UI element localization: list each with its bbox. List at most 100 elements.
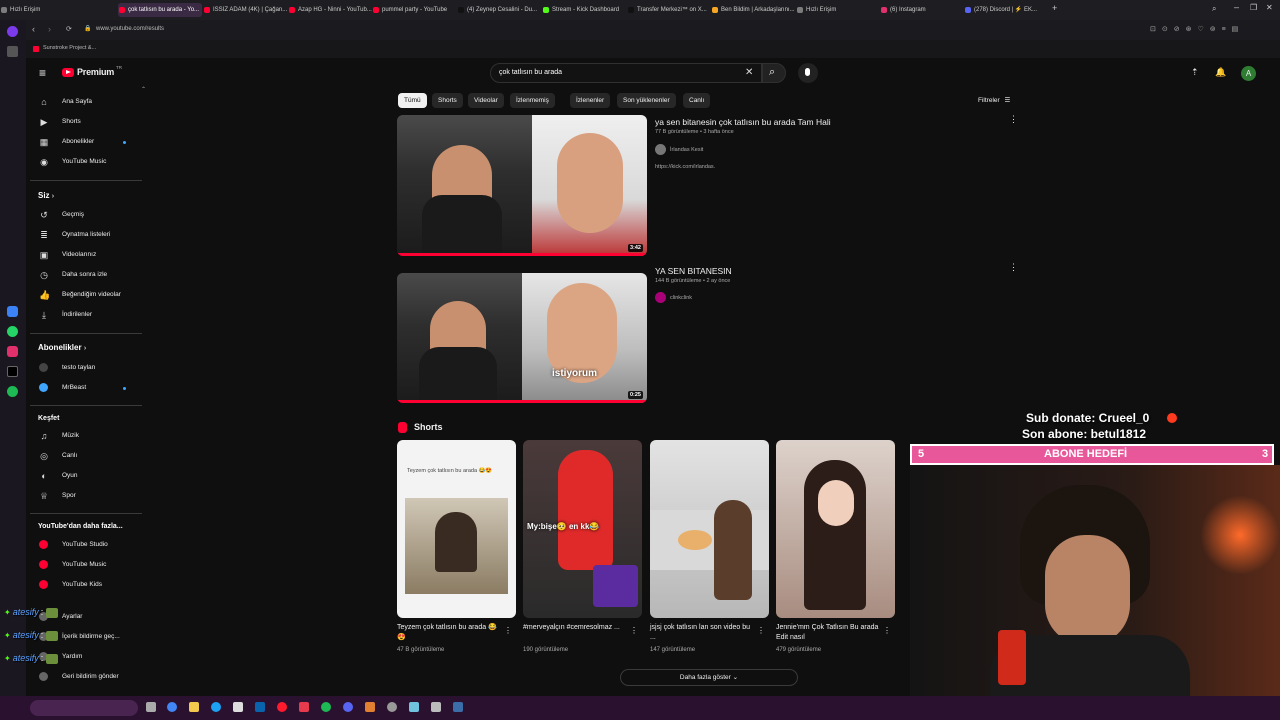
browser-tab[interactable]: Stream - Kick Dashboard	[542, 3, 626, 17]
avatar[interactable]: A	[1241, 66, 1256, 81]
video-title[interactable]: ya sen bitanesin çok tatlısın bu arada T…	[655, 117, 831, 127]
short-title[interactable]: #merveyalçın #cemresolmaz ...	[523, 623, 628, 633]
edge-icon[interactable]	[211, 702, 221, 712]
app-icon[interactable]	[387, 702, 397, 712]
subscriptions-section-title[interactable]: Abonelikler ›	[38, 343, 86, 352]
sidebar-item[interactable]: ◷ Daha sonra izle	[26, 265, 146, 285]
filter-chip[interactable]: Canlı	[683, 93, 711, 108]
browser-tab[interactable]: Hızlı Erişim	[0, 3, 90, 17]
upload-icon[interactable]: ⇡	[1191, 67, 1199, 78]
short-more-icon[interactable]: ⋮	[883, 626, 891, 635]
store-icon[interactable]	[233, 702, 243, 712]
bookmark-item[interactable]: Sunstroke Project &...	[43, 45, 96, 51]
browser-tab[interactable]: (278) Discord | ⚡ EK...	[964, 3, 1048, 17]
chrome-icon[interactable]	[167, 702, 177, 712]
task-view-icon[interactable]	[146, 702, 156, 712]
app-icon[interactable]	[299, 702, 309, 712]
browser-tab[interactable]: Azap HG - Ninni - YouTub...	[288, 3, 372, 17]
sidebar-item[interactable]: ▦ Abonelikler	[26, 132, 146, 152]
forward-icon[interactable]: ›	[48, 24, 51, 34]
you-section-title[interactable]: Siz ›	[38, 191, 54, 200]
sidebar-item[interactable]: ◐ Oyun	[26, 466, 146, 486]
short-thumbnail[interactable]	[776, 440, 895, 618]
filters-button[interactable]: Filtreler ☰	[978, 96, 1010, 104]
minimize-icon[interactable]: –	[1234, 2, 1239, 12]
search-box[interactable]: çok tatlısın bu arada ✕	[490, 63, 762, 83]
search-button[interactable]: ⌕	[762, 63, 786, 83]
channel-avatar[interactable]	[655, 144, 666, 155]
filter-chip[interactable]: İzlenenler	[570, 93, 611, 108]
short-thumbnail[interactable]: My:bişe🥺 en kk😂	[523, 440, 642, 618]
new-tab-button[interactable]: +	[1052, 3, 1057, 13]
sidebar-item[interactable]: ⌂ Ana Sayfa	[26, 92, 146, 112]
sidebar-item[interactable]: ♕ Spor	[26, 486, 146, 506]
sidebar-item[interactable]: YouTube Studio	[26, 535, 146, 555]
browser-tab[interactable]: çok tatlısın bu arada - Yo...	[118, 3, 202, 17]
filter-chip[interactable]: İzlenmemiş	[510, 93, 555, 108]
opera-home-icon[interactable]	[7, 26, 18, 37]
obs-icon[interactable]	[365, 702, 375, 712]
browser-tab[interactable]: pummel party - YouTube	[372, 3, 456, 17]
spotify-icon[interactable]	[7, 386, 18, 397]
sidebar-item[interactable]: 👍 Beğendiğim videolar	[26, 285, 146, 305]
channel-avatar[interactable]	[655, 292, 666, 303]
sidebar-item[interactable]: ♫ Müzik	[26, 426, 146, 446]
sidebar-item[interactable]: YouTube Music	[26, 555, 146, 575]
discord-taskbar-icon[interactable]	[343, 702, 353, 712]
browser-tab[interactable]: Ben Bildim | Arkadaşlarını...	[711, 3, 795, 17]
whatsapp-icon[interactable]	[7, 326, 18, 337]
more-options-icon[interactable]: ⋮	[1009, 262, 1018, 273]
sidebar-item[interactable]: ▣ Videolarınız	[26, 245, 146, 265]
reload-icon[interactable]: ⟳	[66, 25, 72, 33]
browser-tab[interactable]: (4) Zeynep Cesalini - Du...	[457, 3, 541, 17]
show-more-button[interactable]: Daha fazla göster ⌄	[620, 669, 798, 686]
opera-star-icon[interactable]	[7, 46, 18, 57]
voice-search-button[interactable]	[798, 63, 818, 83]
short-title[interactable]: Jennie'mm Çok Tatlısın Bu arada Edit nas…	[776, 623, 881, 643]
more-options-icon[interactable]: ⋮	[1009, 114, 1018, 125]
x-icon[interactable]	[7, 366, 18, 377]
channel-name[interactable]: clinkclink	[670, 295, 692, 301]
search-tabs-icon[interactable]: ⌕	[1212, 4, 1216, 14]
taskbar-search[interactable]	[30, 700, 138, 716]
channel-name[interactable]: İrlandas Kesit	[670, 147, 703, 153]
browser-tab[interactable]: Hızlı Erişim	[796, 3, 880, 17]
notifications-icon[interactable]: 🔔	[1215, 67, 1226, 78]
url-field[interactable]: www.youtube.com/results	[96, 26, 164, 32]
sidebar-item[interactable]: ◎ Canlı	[26, 446, 146, 466]
short-title[interactable]: jsjsj çok tatlısın lan son video bu ...	[650, 623, 755, 643]
filter-chip[interactable]: Tümü	[398, 93, 427, 108]
clear-search-icon[interactable]: ✕	[745, 67, 753, 78]
opera-icon[interactable]	[277, 702, 287, 712]
video-thumbnail[interactable]: 3:42	[397, 115, 647, 256]
browser-tab[interactable]: ISSIZ ADAM (4K) | Çağan...	[203, 3, 287, 17]
sidebar-item[interactable]: Geri bildirim gönder	[26, 667, 146, 687]
close-window-icon[interactable]: ✕	[1266, 3, 1273, 12]
short-more-icon[interactable]: ⋮	[504, 626, 512, 635]
sidebar-item[interactable]: YouTube Kids	[26, 575, 146, 595]
short-thumbnail[interactable]: Teyzem çok tatlısın bu arada 😂😍	[397, 440, 516, 618]
short-thumbnail[interactable]	[650, 440, 769, 618]
sidebar-item[interactable]: MrBeast	[26, 378, 146, 398]
sidebar-item[interactable]: testo taylan	[26, 358, 146, 378]
file-explorer-icon[interactable]	[189, 702, 199, 712]
spotify-taskbar-icon[interactable]	[321, 702, 331, 712]
filter-chip[interactable]: Shorts	[432, 93, 463, 108]
sidebar-item[interactable]: ↺ Geçmiş	[26, 205, 146, 225]
app-icon[interactable]	[409, 702, 419, 712]
search-input[interactable]: çok tatlısın bu arada	[499, 69, 562, 76]
browser-tab[interactable]: (6) Instagram	[880, 3, 964, 17]
short-title[interactable]: Teyzem çok tatlısın bu arada 😂😍	[397, 623, 502, 643]
filter-chip[interactable]: Son yüklenenler	[617, 93, 676, 108]
aria-icon[interactable]	[7, 306, 18, 317]
filter-chip[interactable]: Videolar	[468, 93, 504, 108]
video-thumbnail[interactable]: istiyorum 0:25	[397, 273, 647, 403]
sidebar-item[interactable]: ≣ Oynatma listeleri	[26, 225, 146, 245]
instagram-icon[interactable]	[7, 346, 18, 357]
extensions-icons[interactable]: ⊡⊙⊘⊛♡⊚≡▤	[1150, 25, 1244, 33]
maximize-icon[interactable]: ❐	[1250, 3, 1257, 12]
sidebar-item[interactable]: ▶ Shorts	[26, 112, 146, 132]
short-more-icon[interactable]: ⋮	[757, 626, 765, 635]
browser-tab[interactable]: Transfer Merkezi™ on X...	[627, 3, 711, 17]
sidebar-item[interactable]: ◉ YouTube Music	[26, 152, 146, 172]
